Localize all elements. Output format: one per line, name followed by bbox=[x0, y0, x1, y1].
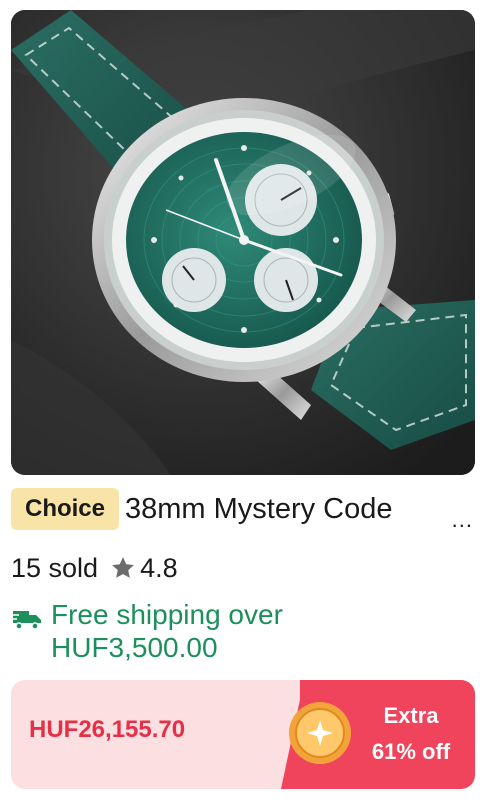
product-card[interactable]: Choice 38mm Mystery Code ... 15 sold 4.8… bbox=[0, 0, 485, 800]
truck-icon bbox=[11, 605, 43, 638]
promo-line-1: Extra bbox=[383, 703, 439, 728]
product-image[interactable] bbox=[11, 10, 475, 475]
price: HUF26,155.70 bbox=[29, 716, 186, 743]
coin-icon bbox=[287, 700, 353, 771]
sold-count: 15 sold bbox=[11, 552, 99, 583]
price-bar[interactable]: HUF26,155.70 Extra 61% off bbox=[11, 680, 475, 789]
shipping-threshold: HUF3,500.00 bbox=[51, 632, 218, 663]
more-options-icon[interactable]: ... bbox=[452, 509, 473, 531]
product-title[interactable]: 38mm Mystery Code bbox=[125, 489, 445, 529]
watch-icon bbox=[11, 10, 475, 475]
star-icon bbox=[110, 555, 136, 581]
promo-line-2: 61% off bbox=[371, 739, 451, 764]
rating-value: 4.8 bbox=[140, 552, 178, 583]
product-stats: 15 sold 4.8 bbox=[11, 548, 178, 588]
shipping-text: Free shipping over bbox=[51, 599, 283, 630]
promo-discount[interactable]: Extra 61% off bbox=[351, 698, 471, 770]
product-title-row[interactable]: Choice 38mm Mystery Code ... bbox=[11, 487, 475, 533]
choice-badge: Choice bbox=[11, 488, 119, 530]
